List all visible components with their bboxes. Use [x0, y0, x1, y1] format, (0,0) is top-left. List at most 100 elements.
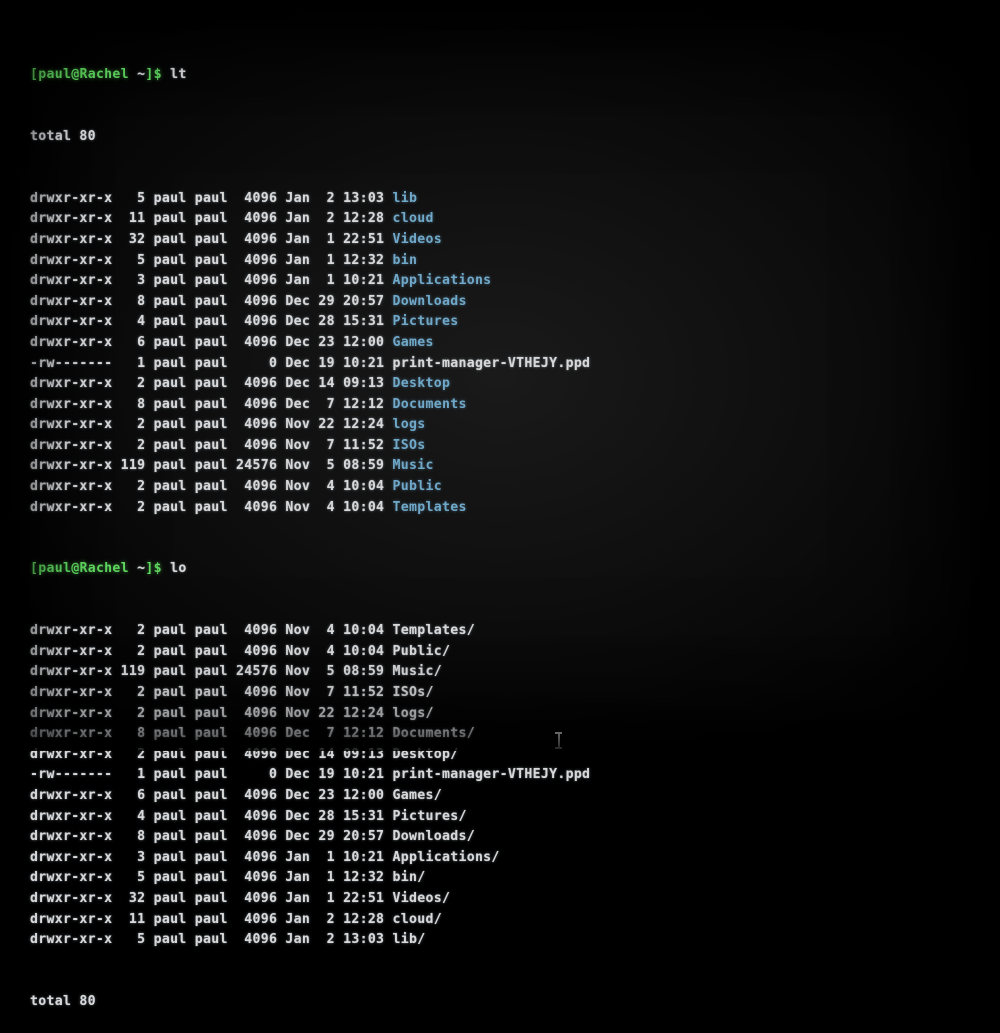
listing-row: drwxr-xr-x 8 paul paul 4096 Dec 29 20:57…	[30, 292, 970, 313]
listing-row: drwxr-xr-x 11 paul paul 4096 Jan 2 12:28…	[30, 910, 970, 931]
file-name: Applications/	[393, 850, 500, 865]
listing-meta: drwxr-xr-x 4 paul paul 4096 Dec 28 15:31	[30, 809, 393, 824]
prompt-close: ]$	[145, 67, 161, 82]
total-line-2: total 80	[30, 992, 970, 1013]
file-name: Public/	[393, 644, 451, 659]
prompt-open: [	[30, 67, 38, 82]
listing-meta: drwxr-xr-x 2 paul paul 4096 Dec 14 09:13	[30, 747, 393, 762]
directory-name: cloud	[393, 211, 434, 226]
listing-meta: drwxr-xr-x 5 paul paul 4096 Jan 1 12:32	[30, 253, 393, 268]
listing-meta: drwxr-xr-x 11 paul paul 4096 Jan 2 12:28	[30, 211, 393, 226]
listing-meta: drwxr-xr-x 32 paul paul 4096 Jan 1 22:51	[30, 232, 393, 247]
listing-row: drwxr-xr-x 2 paul paul 4096 Nov 7 11:52 …	[30, 436, 970, 457]
prompt-user: paul	[38, 67, 71, 82]
text-cursor-icon	[555, 733, 563, 749]
listing-meta: drwxr-xr-x 6 paul paul 4096 Dec 23 12:00	[30, 788, 393, 803]
directory-name: lib	[393, 191, 418, 206]
directory-name: bin	[393, 253, 418, 268]
file-name: Games/	[393, 788, 442, 803]
file-name: Downloads/	[393, 829, 475, 844]
file-name: print-manager-VTHEJY.ppd	[393, 356, 591, 371]
file-name: print-manager-VTHEJY.ppd	[393, 767, 591, 782]
directory-name: Downloads	[393, 294, 467, 309]
listing-row: drwxr-xr-x 6 paul paul 4096 Dec 23 12:00…	[30, 786, 970, 807]
listing-row: drwxr-xr-x 119 paul paul 24576 Nov 5 08:…	[30, 456, 970, 477]
file-name: Music/	[393, 664, 442, 679]
listing-meta: -rw------- 1 paul paul 0 Dec 19 10:21	[30, 356, 393, 371]
listing-row: drwxr-xr-x 2 paul paul 4096 Nov 4 10:04 …	[30, 642, 970, 663]
listing-meta: drwxr-xr-x 2 paul paul 4096 Nov 4 10:04	[30, 479, 393, 494]
listing-row: drwxr-xr-x 2 paul paul 4096 Nov 7 11:52 …	[30, 683, 970, 704]
listing-meta: drwxr-xr-x 11 paul paul 4096 Jan 2 12:28	[30, 912, 393, 927]
directory-name: Pictures	[393, 314, 459, 329]
listing-meta: drwxr-xr-x 2 paul paul 4096 Nov 22 12:24	[30, 706, 393, 721]
listing-1: drwxr-xr-x 5 paul paul 4096 Jan 2 13:03 …	[30, 189, 970, 519]
listing-row: drwxr-xr-x 8 paul paul 4096 Dec 7 12:12 …	[30, 724, 970, 745]
listing-row: drwxr-xr-x 3 paul paul 4096 Jan 1 10:21 …	[30, 271, 970, 292]
listing-row: drwxr-xr-x 6 paul paul 4096 Dec 23 12:00…	[30, 333, 970, 354]
listing-row: drwxr-xr-x 2 paul paul 4096 Nov 4 10:04 …	[30, 477, 970, 498]
file-name: logs/	[393, 706, 434, 721]
directory-name: logs	[393, 417, 426, 432]
file-name: Pictures/	[393, 809, 467, 824]
file-name: Videos/	[393, 891, 451, 906]
listing-row: drwxr-xr-x 2 paul paul 4096 Nov 22 12:24…	[30, 415, 970, 436]
directory-name: ISOs	[393, 438, 426, 453]
listing-row: drwxr-xr-x 8 paul paul 4096 Dec 7 12:12 …	[30, 395, 970, 416]
listing-meta: drwxr-xr-x 3 paul paul 4096 Jan 1 10:21	[30, 273, 393, 288]
directory-name: Documents	[393, 397, 467, 412]
listing-meta: drwxr-xr-x 5 paul paul 4096 Jan 2 13:03	[30, 191, 393, 206]
listing-row: drwxr-xr-x 32 paul paul 4096 Jan 1 22:51…	[30, 889, 970, 910]
listing-meta: drwxr-xr-x 8 paul paul 4096 Dec 29 20:57	[30, 294, 393, 309]
listing-meta: drwxr-xr-x 5 paul paul 4096 Jan 1 12:32	[30, 870, 393, 885]
listing-meta: drwxr-xr-x 2 paul paul 4096 Nov 4 10:04	[30, 644, 393, 659]
listing-meta: drwxr-xr-x 5 paul paul 4096 Jan 2 13:03	[30, 932, 393, 947]
listing-meta: drwxr-xr-x 2 paul paul 4096 Dec 14 09:13	[30, 376, 393, 391]
command-1: lt	[170, 67, 186, 82]
prompt-path: ~	[129, 67, 145, 82]
listing-row: drwxr-xr-x 5 paul paul 4096 Jan 2 13:03 …	[30, 930, 970, 951]
listing-row: drwxr-xr-x 4 paul paul 4096 Dec 28 15:31…	[30, 312, 970, 333]
listing-row: drwxr-xr-x 11 paul paul 4096 Jan 2 12:28…	[30, 209, 970, 230]
listing-row: drwxr-xr-x 2 paul paul 4096 Dec 14 09:13…	[30, 745, 970, 766]
listing-meta: drwxr-xr-x 3 paul paul 4096 Jan 1 10:21	[30, 850, 393, 865]
directory-name: Music	[393, 458, 434, 473]
listing-meta: drwxr-xr-x 2 paul paul 4096 Nov 4 10:04	[30, 623, 393, 638]
file-name: lib/	[393, 932, 426, 947]
total-line-1: total 80	[30, 127, 970, 148]
terminal[interactable]: [paul@Rachel ~]$ lt total 80 drwxr-xr-x …	[30, 24, 970, 727]
listing-row: drwxr-xr-x 3 paul paul 4096 Jan 1 10:21 …	[30, 848, 970, 869]
listing-meta: drwxr-xr-x 2 paul paul 4096 Nov 7 11:52	[30, 685, 393, 700]
directory-name: Templates	[393, 500, 467, 515]
prompt-host: Rachel	[79, 67, 128, 82]
file-name: cloud/	[393, 912, 442, 927]
listing-row: drwxr-xr-x 5 paul paul 4096 Jan 2 13:03 …	[30, 189, 970, 210]
file-name: Documents/	[393, 726, 475, 741]
listing-row: -rw------- 1 paul paul 0 Dec 19 10:21 pr…	[30, 765, 970, 786]
listing-row: drwxr-xr-x 4 paul paul 4096 Dec 28 15:31…	[30, 807, 970, 828]
listing-row: drwxr-xr-x 2 paul paul 4096 Nov 22 12:24…	[30, 704, 970, 725]
listing-row: drwxr-xr-x 2 paul paul 4096 Nov 4 10:04 …	[30, 621, 970, 642]
directory-name: Videos	[393, 232, 442, 247]
directory-name: Applications	[393, 273, 492, 288]
listing-meta: drwxr-xr-x 8 paul paul 4096 Dec 29 20:57	[30, 829, 393, 844]
listing-meta: drwxr-xr-x 2 paul paul 4096 Nov 7 11:52	[30, 438, 393, 453]
command-2: lo	[170, 561, 186, 576]
listing-row: drwxr-xr-x 2 paul paul 4096 Nov 4 10:04 …	[30, 498, 970, 519]
directory-name: Desktop	[393, 376, 451, 391]
prompt-line-1: [paul@Rachel ~]$ lt	[30, 65, 970, 86]
listing-row: drwxr-xr-x 119 paul paul 24576 Nov 5 08:…	[30, 662, 970, 683]
file-name: bin/	[393, 870, 426, 885]
listing-row: -rw------- 1 paul paul 0 Dec 19 10:21 pr…	[30, 354, 970, 375]
file-name: ISOs/	[393, 685, 434, 700]
listing-2: drwxr-xr-x 2 paul paul 4096 Nov 4 10:04 …	[30, 621, 970, 951]
listing-meta: drwxr-xr-x 4 paul paul 4096 Dec 28 15:31	[30, 314, 393, 329]
listing-meta: drwxr-xr-x 2 paul paul 4096 Nov 22 12:24	[30, 417, 393, 432]
listing-row: drwxr-xr-x 2 paul paul 4096 Dec 14 09:13…	[30, 374, 970, 395]
listing-row: drwxr-xr-x 5 paul paul 4096 Jan 1 12:32 …	[30, 251, 970, 272]
directory-name: Games	[393, 335, 434, 350]
listing-meta: drwxr-xr-x 8 paul paul 4096 Dec 7 12:12	[30, 397, 393, 412]
listing-meta: drwxr-xr-x 119 paul paul 24576 Nov 5 08:…	[30, 458, 393, 473]
prompt-line-2: [paul@Rachel ~]$ lo	[30, 559, 970, 580]
listing-row: drwxr-xr-x 32 paul paul 4096 Jan 1 22:51…	[30, 230, 970, 251]
